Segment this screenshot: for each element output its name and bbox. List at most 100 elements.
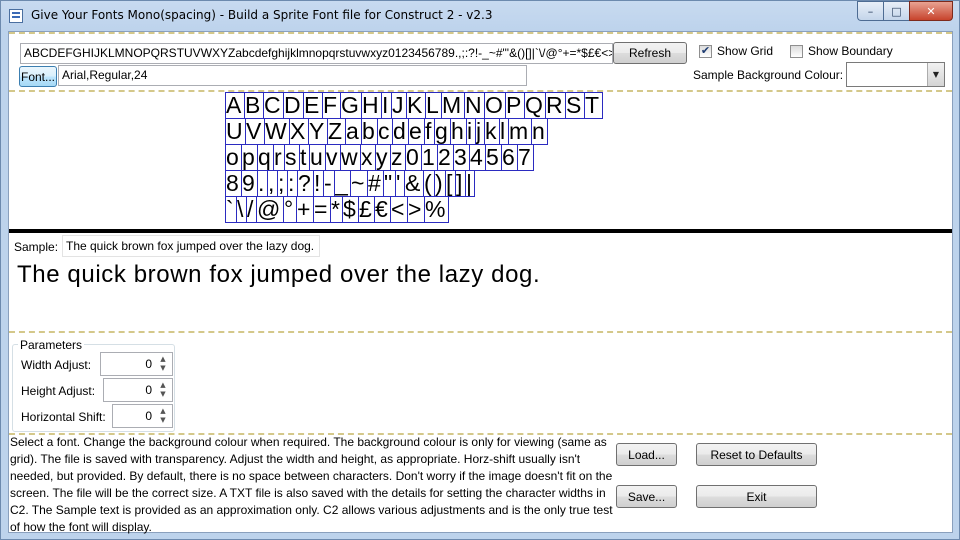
glyph-cell: M xyxy=(441,92,465,119)
glyph-cell: K xyxy=(406,92,426,119)
glyph-cell: T xyxy=(584,92,603,119)
bg-colour-label: Sample Background Colour: xyxy=(693,68,844,82)
glyph-cell: e xyxy=(408,118,425,145)
glyph-cell: q xyxy=(257,144,274,171)
glyph-cell: R xyxy=(545,92,566,119)
glyph-cell: y xyxy=(375,144,391,171)
reset-defaults-button[interactable]: Reset to Defaults xyxy=(696,443,817,466)
glyph-cell: d xyxy=(392,118,409,145)
help-text: Select a font. Change the background col… xyxy=(10,435,613,534)
glyph-cell: U xyxy=(225,118,246,145)
glyph-cell: 2 xyxy=(437,144,454,171)
glyph-cell: 3 xyxy=(453,144,470,171)
glyph-cell: ~ xyxy=(350,170,368,197)
glyph-cell: J xyxy=(391,92,407,119)
glyph-cell: w xyxy=(340,144,361,171)
show-grid-label: Show Grid xyxy=(717,44,774,58)
glyph-cell: z xyxy=(390,144,406,171)
glyph-cell: % xyxy=(424,196,449,223)
glyph-cell: G xyxy=(340,92,362,119)
glyph-cell: g xyxy=(434,118,451,145)
glyph-cell: C xyxy=(263,92,284,119)
glyph-cell: H xyxy=(361,92,382,119)
show-boundary-checkbox[interactable]: Show Boundary xyxy=(790,44,893,58)
glyph-cell: ? xyxy=(297,170,314,197)
sample-text-input[interactable]: The quick brown fox jumped over the lazy… xyxy=(62,235,320,257)
width-adjust-spinner[interactable]: 0 ▲ ▼ xyxy=(100,352,173,376)
divider-sample xyxy=(9,331,952,333)
refresh-button[interactable]: Refresh xyxy=(613,42,687,64)
exit-button[interactable]: Exit xyxy=(696,485,817,508)
width-adjust-value: 0 xyxy=(145,357,152,371)
glyph-cell: 0 xyxy=(405,144,422,171)
glyph-cell: W xyxy=(264,118,290,145)
glyph-cell: 9 xyxy=(241,170,258,197)
glyph-cell: c xyxy=(377,118,393,145)
glyph-cell: F xyxy=(322,92,341,119)
glyph-cell: h xyxy=(450,118,467,145)
height-adjust-value: 0 xyxy=(145,383,152,397)
bg-colour-select[interactable]: ▼ xyxy=(846,62,945,87)
glyph-cell: D xyxy=(283,92,304,119)
glyph-cell: b xyxy=(361,118,378,145)
horizontal-shift-spinner[interactable]: 0 ▲ ▼ xyxy=(112,404,173,428)
divider-top xyxy=(9,32,952,34)
parameters-title: Parameters xyxy=(18,338,85,352)
glyph-cell: N xyxy=(464,92,485,119)
glyph-cell: E xyxy=(303,92,323,119)
glyph-cell: & xyxy=(404,170,424,197)
show-grid-checkbox[interactable]: ✔ Show Grid xyxy=(699,44,773,58)
chevron-down-icon[interactable]: ▼ xyxy=(927,63,944,86)
glyph-cell: _ xyxy=(334,170,351,197)
glyph-cell: S xyxy=(565,92,585,119)
spinner-arrows-icon[interactable]: ▲ ▼ xyxy=(155,406,171,426)
close-button[interactable]: ✕ xyxy=(909,1,953,21)
glyph-cell: € xyxy=(374,196,391,223)
glyph-cell: ° xyxy=(283,196,297,223)
glyph-cell: £ xyxy=(358,196,375,223)
glyph-cell: v xyxy=(325,144,341,171)
spinner-arrows-icon[interactable]: ▲ ▼ xyxy=(155,380,171,400)
main-panel: ABCDEFGHIJKLMNOPQRSTUVWXYZabcdefghijklmn… xyxy=(8,31,953,534)
glyph-cell: k xyxy=(484,118,500,145)
glyph-cell: Y xyxy=(308,118,328,145)
glyph-cell: 6 xyxy=(501,144,518,171)
show-grid-check-icon: ✔ xyxy=(699,44,712,58)
preview-divider xyxy=(9,229,952,233)
sample-preview: The quick brown fox jumped over the lazy… xyxy=(17,261,541,288)
glyph-cell: s xyxy=(284,144,300,171)
glyph-cell: < xyxy=(390,196,408,223)
charset-input[interactable]: ABCDEFGHIJKLMNOPQRSTUVWXYZabcdefghijklmn… xyxy=(20,43,613,64)
glyph-cell: | xyxy=(465,170,475,197)
horizontal-shift-label: Horizontal Shift: xyxy=(21,410,106,424)
glyph-cell: # xyxy=(367,170,384,197)
load-button[interactable]: Load... xyxy=(616,443,677,466)
parameters-group: Parameters Width Adjust: 0 ▲ ▼ Height Adj… xyxy=(12,338,175,432)
glyph-cell: m xyxy=(508,118,532,145)
save-button[interactable]: Save... xyxy=(616,485,677,508)
font-display-field: Arial,Regular,24 xyxy=(58,65,527,86)
maximize-button[interactable]: □ xyxy=(883,1,909,21)
spinner-arrows-icon[interactable]: ▲ ▼ xyxy=(155,354,171,374)
glyph-cell: Z xyxy=(327,118,346,145)
font-button[interactable]: Font... xyxy=(19,66,57,87)
glyph-cell: o xyxy=(225,144,242,171)
glyph-cell: @ xyxy=(256,196,284,223)
glyph-cell: 1 xyxy=(421,144,438,171)
minimize-button[interactable]: – xyxy=(857,1,883,21)
glyph-cell: + xyxy=(296,196,314,223)
height-adjust-spinner[interactable]: 0 ▲ ▼ xyxy=(103,378,173,402)
title-bar[interactable]: Give Your Fonts Mono(spacing) - Build a … xyxy=(1,1,959,31)
glyph-cell: a xyxy=(345,118,362,145)
glyph-cell: u xyxy=(309,144,326,171)
glyph-cell: A xyxy=(225,92,245,119)
glyph-cell: Q xyxy=(524,92,546,119)
app-icon xyxy=(9,9,23,23)
glyph-cell: > xyxy=(407,196,425,223)
glyph-cell: p xyxy=(241,144,258,171)
glyph-cell: O xyxy=(484,92,506,119)
glyph-cell: 5 xyxy=(485,144,502,171)
width-adjust-label: Width Adjust: xyxy=(21,358,92,372)
glyph-cell: n xyxy=(531,118,548,145)
show-boundary-check-icon xyxy=(790,44,803,58)
